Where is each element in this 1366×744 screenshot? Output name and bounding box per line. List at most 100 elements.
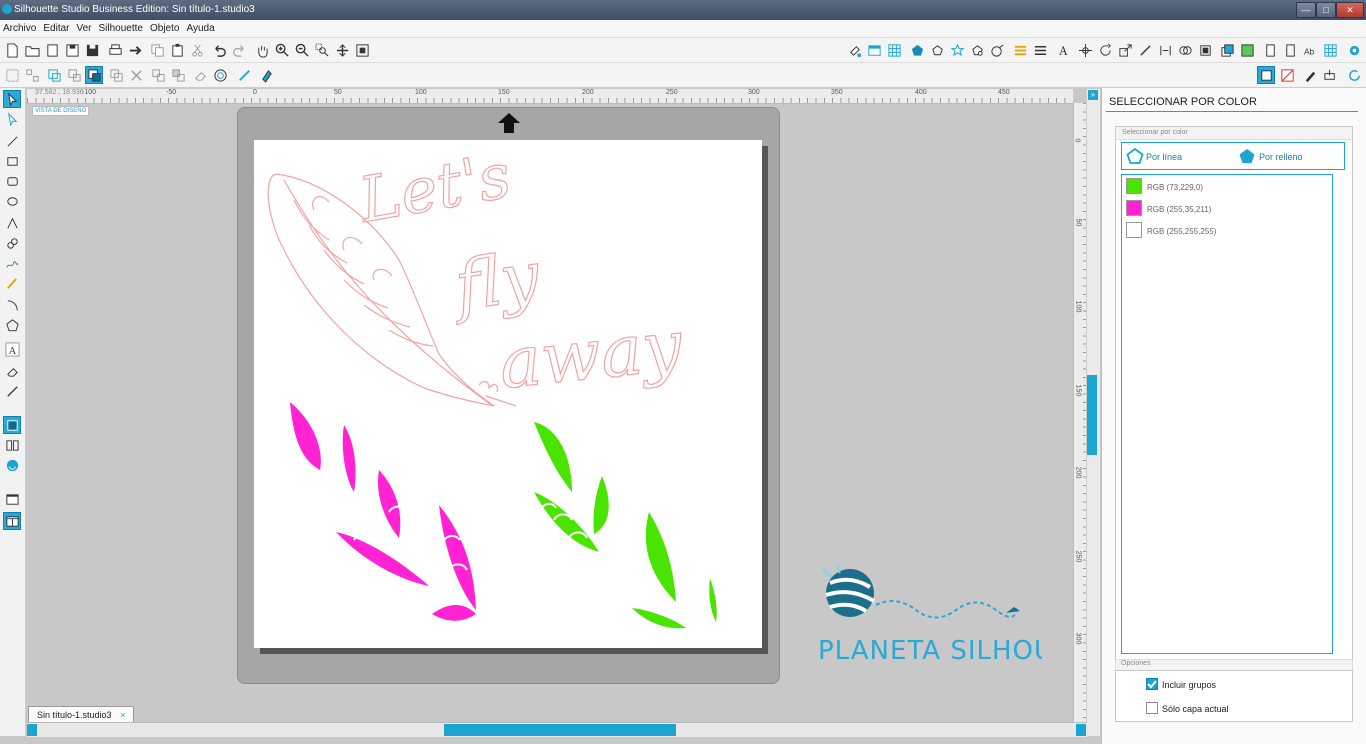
ellipse-tool-icon[interactable]: [3, 192, 21, 210]
rounded-rect-tool-icon[interactable]: [3, 172, 21, 190]
fit-to-page-icon[interactable]: [353, 41, 371, 59]
scroll-right-icon[interactable]: [1076, 724, 1086, 736]
line-style-icon[interactable]: [1011, 41, 1029, 59]
shape-zoom-icon[interactable]: [968, 41, 986, 59]
minimize-button[interactable]: —: [1296, 2, 1316, 18]
page-setup-icon[interactable]: [865, 41, 883, 59]
arc-tool-icon[interactable]: [3, 296, 21, 314]
script-text[interactable]: Let's fly away: [352, 140, 688, 406]
pixscan-icon[interactable]: [1321, 41, 1339, 59]
select-tool-icon[interactable]: [3, 90, 21, 108]
curve-tool-icon[interactable]: [3, 234, 21, 252]
point-edit-tool-icon[interactable]: [3, 110, 21, 128]
menu-ver[interactable]: Ver: [73, 20, 95, 34]
line-tool-icon[interactable]: [3, 132, 21, 150]
open-folder-icon[interactable]: [23, 41, 41, 59]
smooth-freehand-icon[interactable]: [3, 274, 21, 292]
path-tool-icon[interactable]: [257, 66, 275, 84]
menu-silhouette[interactable]: Silhouette: [96, 20, 147, 34]
transform-icon[interactable]: [1076, 41, 1094, 59]
swatch-green[interactable]: [1126, 178, 1142, 194]
new-file-icon[interactable]: [3, 41, 21, 59]
text-style-icon[interactable]: A: [1054, 41, 1072, 59]
subtract-icon[interactable]: [169, 66, 187, 84]
zoom-drag-icon[interactable]: [333, 41, 351, 59]
select-by-color-icon[interactable]: [908, 41, 926, 59]
green-feather[interactable]: [534, 422, 717, 629]
sketch-icon[interactable]: [1301, 66, 1319, 84]
fill-color-icon[interactable]: [845, 41, 863, 59]
undo-icon[interactable]: [210, 41, 228, 59]
close-button[interactable]: ✕: [1336, 2, 1364, 18]
horizontal-scroll-thumb[interactable]: [444, 724, 676, 736]
pentagon-outline-icon[interactable]: [928, 41, 946, 59]
text-fly[interactable]: fly: [445, 236, 547, 328]
weld-icon[interactable]: [149, 66, 167, 84]
grid-icon[interactable]: [885, 41, 903, 59]
freehand-tool-icon[interactable]: [3, 254, 21, 272]
polygon-tool-icon[interactable]: [3, 214, 21, 232]
eraser-tool-icon[interactable]: [3, 362, 21, 380]
text-lets[interactable]: Let's: [352, 140, 516, 238]
delete-icon[interactable]: [127, 66, 145, 84]
trace-icon[interactable]: [988, 41, 1006, 59]
split-view-icon[interactable]: [3, 512, 21, 530]
knife-tool-icon[interactable]: [235, 66, 253, 84]
zoom-select-icon[interactable]: [313, 41, 331, 59]
menu-ayuda[interactable]: Ayuda: [183, 20, 218, 34]
close-tab-icon[interactable]: ×: [120, 710, 125, 720]
eraser-icon[interactable]: [191, 66, 209, 84]
vertical-scroll-thumb[interactable]: [1087, 375, 1097, 455]
document-tab[interactable]: Sin título-1.studio3 ×: [28, 706, 135, 723]
font-icon[interactable]: Ab: [1301, 41, 1319, 59]
collapse-panel-icon[interactable]: »: [1088, 90, 1098, 100]
include-groups-checkbox[interactable]: [1146, 678, 1158, 690]
send-to-cutter-icon[interactable]: [126, 41, 144, 59]
text-away[interactable]: away: [495, 303, 688, 405]
refresh-icon[interactable]: [1345, 66, 1363, 84]
zoom-in-icon[interactable]: [273, 41, 291, 59]
copy-icon[interactable]: [148, 41, 166, 59]
scale-icon[interactable]: [1116, 41, 1134, 59]
library-view-icon[interactable]: [3, 436, 21, 454]
library-icon[interactable]: [43, 41, 61, 59]
settings-gear-icon[interactable]: [1345, 41, 1363, 59]
design-artwork[interactable]: Let's fly away: [254, 140, 762, 648]
swatch-white[interactable]: [1126, 222, 1142, 238]
duplicate-icon[interactable]: [107, 66, 125, 84]
horizontal-scrollbar[interactable]: [27, 722, 1087, 737]
modify-icon[interactable]: [1176, 41, 1194, 59]
single-view-icon[interactable]: [3, 490, 21, 508]
knife-icon[interactable]: [1281, 41, 1299, 59]
rotate-icon[interactable]: [1096, 41, 1114, 59]
replicate-icon[interactable]: [1156, 41, 1174, 59]
cut-icon[interactable]: [188, 41, 206, 59]
print-icon[interactable]: [106, 41, 124, 59]
menu-objeto[interactable]: Objeto: [147, 20, 183, 34]
send-icon[interactable]: [1321, 66, 1339, 84]
menu-archivo[interactable]: Archivo: [0, 20, 40, 34]
maximize-button[interactable]: □: [1316, 2, 1336, 18]
swatch-magenta[interactable]: [1126, 200, 1142, 216]
move-icon[interactable]: [1136, 41, 1154, 59]
redo-icon[interactable]: [230, 41, 248, 59]
design-view-icon[interactable]: [1257, 66, 1275, 84]
star-icon[interactable]: [948, 41, 966, 59]
store-icon[interactable]: [3, 456, 21, 474]
nesting-icon[interactable]: [1261, 41, 1279, 59]
scroll-left-icon[interactable]: [27, 724, 37, 736]
offset-icon[interactable]: [1196, 41, 1214, 59]
by-fill-button[interactable]: Por relleno: [1259, 152, 1303, 162]
pan-hand-icon[interactable]: [253, 41, 271, 59]
page-view-icon[interactable]: [3, 416, 21, 434]
paste-icon[interactable]: [168, 41, 186, 59]
regular-polygon-icon[interactable]: [3, 316, 21, 334]
offset-target-icon[interactable]: [211, 66, 229, 84]
menu-editar[interactable]: Editar: [40, 20, 73, 34]
color-label-green[interactable]: RGB (73,229,0): [1147, 183, 1203, 192]
color-label-magenta[interactable]: RGB (255,35,211): [1147, 205, 1211, 214]
save-to-library-icon[interactable]: [83, 41, 101, 59]
align-icon[interactable]: [1031, 41, 1049, 59]
current-layer-checkbox[interactable]: [1146, 702, 1158, 714]
zoom-out-icon[interactable]: [293, 41, 311, 59]
